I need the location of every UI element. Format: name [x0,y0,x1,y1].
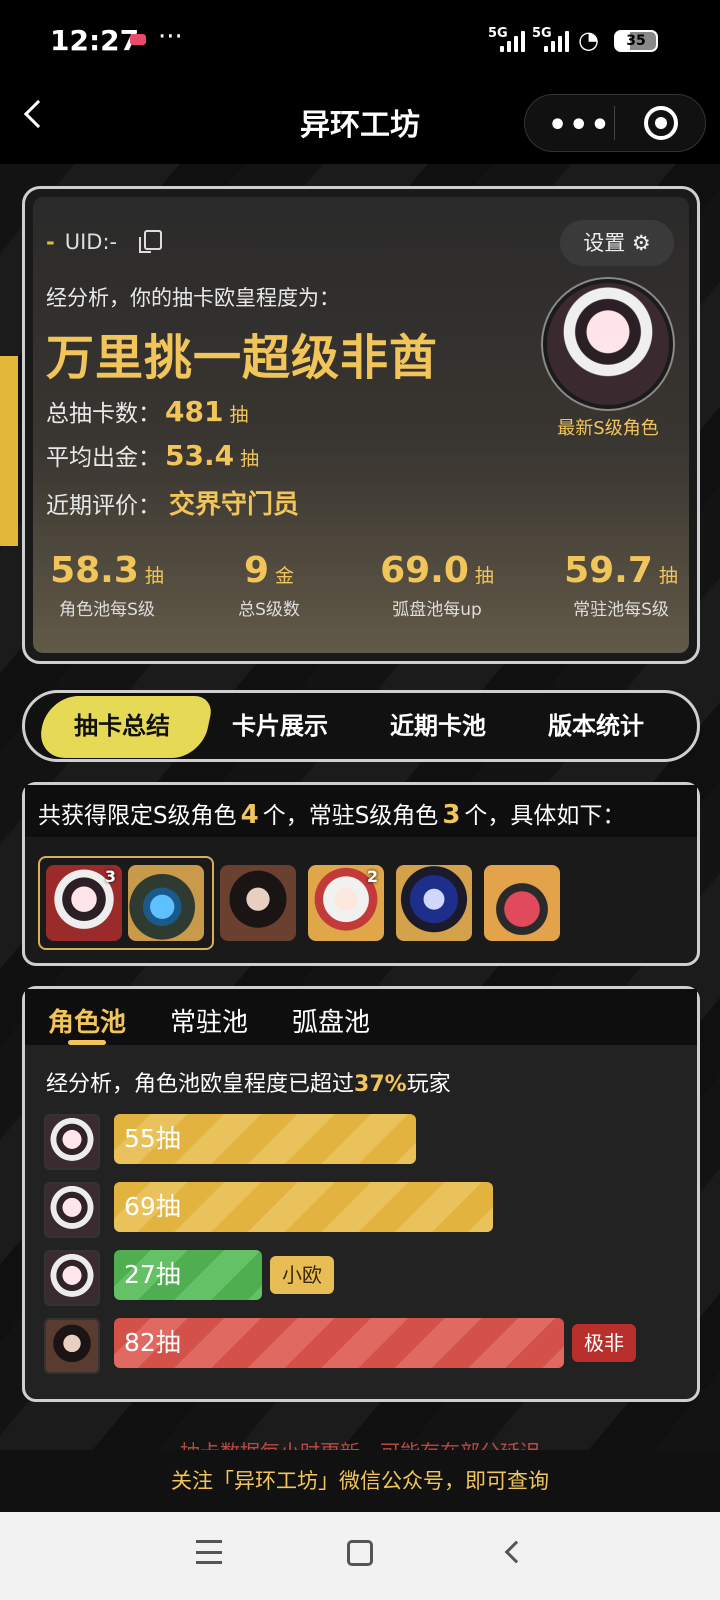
stat-item: 58.3 抽角色池每S级 [22,550,192,620]
summary-text-3: 个，具体如下： [464,803,626,829]
tab-arc-pool[interactable]: 弧盘池 [292,1002,370,1039]
notification-icon [130,34,146,45]
wifi-icon: ◔ [578,26,599,54]
summary-text-2: 个，常驻S级角色 [262,803,439,829]
signal-icon-2 [544,30,570,52]
recent-apps-icon[interactable] [196,1540,222,1564]
more-menu-button[interactable]: ••• [548,108,612,143]
rating-title: 万里挑一超级非酋 [46,330,439,386]
character-tile[interactable]: 3 [46,865,122,941]
close-mini-program-button[interactable] [644,106,678,140]
tab-recent-pools[interactable]: 近期卡池 [358,706,518,741]
avg-unit: 抽 [240,448,260,470]
recent-value: 交界守门员 [169,490,300,520]
pull-bar: 27抽 [114,1250,262,1300]
home-icon[interactable] [347,1540,373,1566]
stat-item: 9 金总S级数 [184,550,354,620]
character-tile[interactable] [396,865,472,941]
latest-character-avatar[interactable] [543,279,673,409]
avatar-caption: 最新S级角色 [557,418,659,439]
analysis-text: 经分析，你的抽卡欧皇程度为： [46,286,340,310]
tab-standard-pool[interactable]: 常驻池 [170,1002,248,1039]
side-accent [0,356,18,546]
tile-count: 2 [366,867,378,886]
footer-banner[interactable]: 关注「异环工坊」微信公众号，即可查询 [0,1450,720,1512]
settings-button[interactable]: 设置 ⚙ [560,220,674,266]
total-draws-row: 总抽卡数： 481 抽 [46,394,248,428]
arc-disc-tile[interactable] [484,865,560,941]
total-unit: 抽 [229,404,249,426]
uid-text: UID:- [64,230,118,254]
stat-unit: 抽 [144,565,164,587]
unlucky-badge: 极非 [572,1324,636,1362]
stat-value: 59.7 [564,550,653,591]
summary-text: 共获得限定S级角色 4 个，常驻S级角色 3 个，具体如下： [38,796,625,830]
tab-summary[interactable]: 抽卡总结 [42,706,202,741]
pull-bar: 82抽 [114,1318,564,1368]
copy-icon[interactable] [139,230,162,253]
recent-label: 近期评价： [46,493,161,519]
summary-text-1: 共获得限定S级角色 [38,803,237,829]
stat-item: 59.7 抽常驻池每S级 [536,550,706,620]
total-value: 481 [165,395,224,428]
character-icon [44,1182,100,1238]
pull-bar: 55抽 [114,1114,416,1164]
stat-value: 9 [243,550,270,591]
active-pool-tab-indicator [68,1040,106,1045]
signal-icon-1 [500,30,526,52]
character-icon [44,1318,100,1374]
lucky-badge: 小欧 [270,1256,334,1294]
stat-unit: 抽 [658,565,678,587]
tab-version-stats[interactable]: 版本统计 [516,706,676,741]
avg-value: 53.4 [165,439,235,472]
pool-percentile: 37% [354,1072,407,1097]
avg-label: 平均出金： [46,445,161,471]
status-more-icon: ··· [158,22,183,52]
stat-label: 常驻池每S级 [573,600,669,620]
pull-bar: 69抽 [114,1182,493,1232]
recent-row: 近期评价： 交界守门员 [46,484,299,521]
stat-unit: 金 [275,565,295,587]
capsule-divider [614,106,615,140]
pool-analysis-text: 经分析，角色池欧皇程度已超过37%玩家 [46,1066,451,1098]
tile-count: 3 [104,867,116,886]
battery-icon: 35 [614,30,658,52]
status-time: 12:27 [50,24,140,57]
stat-label: 角色池每S级 [59,600,155,620]
total-label: 总抽卡数： [46,401,161,427]
stat-item: 69.0 抽弧盘池每up [352,550,522,620]
pool-text-2: 玩家 [406,1072,451,1097]
character-icon [44,1250,100,1306]
stat-value: 58.3 [50,550,139,591]
tab-character-pool[interactable]: 角色池 [48,1002,126,1039]
stat-label: 弧盘池每up [392,600,482,620]
stat-unit: 抽 [474,565,494,587]
tab-cards[interactable]: 卡片展示 [200,706,360,741]
character-icon [44,1114,100,1170]
standard-count: 3 [442,800,461,830]
arc-disc-tile[interactable] [128,865,204,941]
limited-count: 4 [240,800,259,830]
stat-value: 69.0 [380,550,469,591]
uid-dash: - [46,230,55,254]
character-tile[interactable]: 2 [308,865,384,941]
stat-label: 总S级数 [238,600,300,620]
pool-text-1: 经分析，角色池欧皇程度已超过 [46,1072,355,1097]
uid-row: - UID:- [46,230,117,254]
avg-row: 平均出金： 53.4 抽 [46,438,259,472]
character-tile[interactable] [220,865,296,941]
